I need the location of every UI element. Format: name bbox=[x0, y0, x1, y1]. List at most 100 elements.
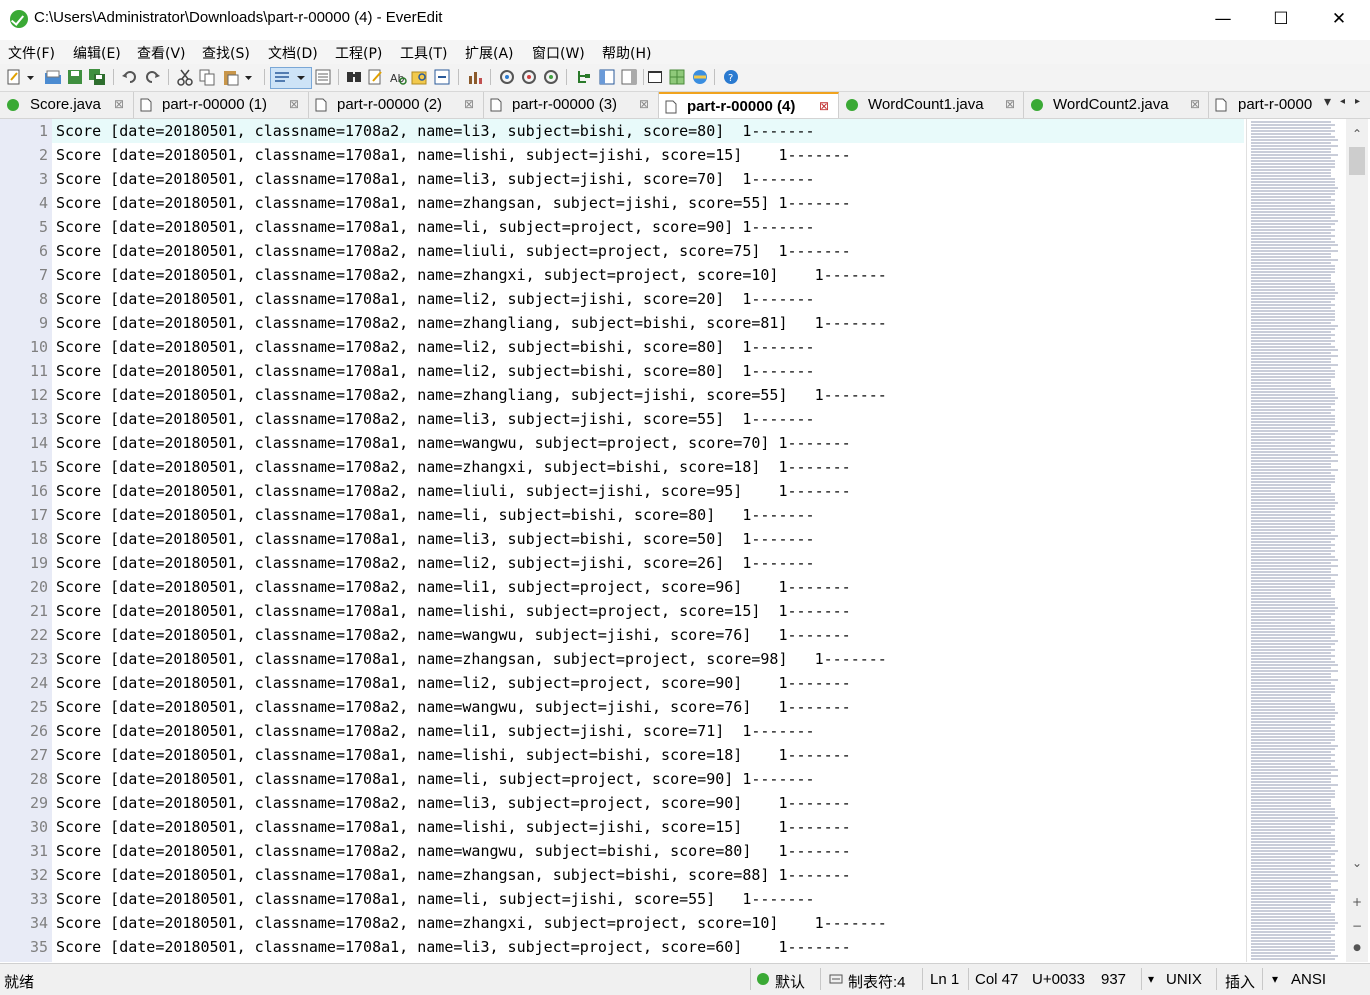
goto-line-icon[interactable] bbox=[433, 68, 451, 86]
status-tab-setting[interactable]: 制表符:4 bbox=[848, 971, 906, 992]
status-line[interactable]: Ln 1 bbox=[930, 971, 959, 988]
status-column[interactable]: Col 47 bbox=[975, 971, 1018, 988]
cut-icon[interactable] bbox=[176, 68, 194, 86]
code-line[interactable]: Score [date=20180501, classname=1708a2, … bbox=[56, 119, 815, 143]
output-window-icon[interactable] bbox=[646, 68, 664, 86]
menu-file[interactable]: 文件(F) bbox=[8, 43, 55, 63]
code-line[interactable]: Score [date=20180501, classname=1708a1, … bbox=[56, 143, 851, 167]
code-line[interactable]: Score [date=20180501, classname=1708a2, … bbox=[56, 623, 851, 647]
code-line[interactable]: Score [date=20180501, classname=1708a2, … bbox=[56, 911, 887, 935]
tab-scroll-left-icon[interactable]: ◂ bbox=[1340, 96, 1345, 107]
code-line[interactable]: Score [date=20180501, classname=1708a1, … bbox=[56, 863, 851, 887]
status-syntax[interactable]: 默认 bbox=[775, 971, 805, 992]
code-line[interactable]: Score [date=20180501, classname=1708a1, … bbox=[56, 935, 851, 959]
code-line[interactable]: Score [date=20180501, classname=1708a2, … bbox=[56, 479, 851, 503]
browser-preview-icon[interactable] bbox=[691, 68, 709, 86]
code-line[interactable]: Score [date=20180501, classname=1708a2, … bbox=[56, 383, 887, 407]
paste-dropdown-icon[interactable] bbox=[243, 68, 261, 86]
tab-close-icon[interactable]: ⊠ bbox=[1005, 97, 1015, 111]
code-line[interactable]: Score [date=20180501, classname=1708a2, … bbox=[56, 575, 851, 599]
code-line[interactable]: Score [date=20180501, classname=1708a1, … bbox=[56, 503, 815, 527]
save-all-icon[interactable] bbox=[88, 68, 106, 86]
find-icon[interactable] bbox=[345, 68, 363, 86]
code-line[interactable]: Score [date=20180501, classname=1708a1, … bbox=[56, 647, 887, 671]
code-line[interactable]: Score [date=20180501, classname=1708a2, … bbox=[56, 335, 815, 359]
code-line[interactable]: Score [date=20180501, classname=1708a1, … bbox=[56, 287, 815, 311]
menu-edit[interactable]: 编辑(E) bbox=[73, 43, 121, 63]
redo-icon[interactable] bbox=[143, 68, 161, 86]
macro-icon[interactable] bbox=[466, 68, 484, 86]
right-panel-icon[interactable] bbox=[620, 68, 638, 86]
tab-close-icon[interactable]: ⊠ bbox=[1190, 97, 1200, 111]
status-line-ending[interactable]: UNIX bbox=[1166, 971, 1202, 988]
play-macro-icon[interactable] bbox=[542, 68, 560, 86]
new-file-icon[interactable] bbox=[5, 68, 23, 86]
code-line[interactable]: Score [date=20180501, classname=1708a2, … bbox=[56, 551, 815, 575]
code-line[interactable]: Score [date=20180501, classname=1708a1, … bbox=[56, 167, 815, 191]
tab-close-icon[interactable]: ⊠ bbox=[114, 97, 124, 111]
code-line[interactable]: Score [date=20180501, classname=1708a1, … bbox=[56, 191, 851, 215]
code-line[interactable]: Score [date=20180501, classname=1708a1, … bbox=[56, 215, 815, 239]
paste-icon[interactable] bbox=[222, 68, 240, 86]
project-tree-icon[interactable] bbox=[574, 68, 592, 86]
code-line[interactable]: Score [date=20180501, classname=1708a1, … bbox=[56, 767, 815, 791]
minimap[interactable] bbox=[1246, 119, 1343, 962]
code-line[interactable]: Score [date=20180501, classname=1708a2, … bbox=[56, 407, 815, 431]
word-wrap-icon[interactable] bbox=[270, 67, 312, 89]
editor-area[interactable]: 1 2 3 4 5 6 7 8 9 10 11 12 13 14 15 16 17 18 19 20 21 22 23 24 2… bbox=[0, 119, 1370, 962]
code-line[interactable]: Score [date=20180501, classname=1708a1, … bbox=[56, 887, 815, 911]
tab-close-icon[interactable]: ⊠ bbox=[819, 99, 829, 113]
code-line[interactable]: Score [date=20180501, classname=1708a1, … bbox=[56, 359, 815, 383]
tab-close-icon[interactable]: ⊠ bbox=[464, 97, 474, 111]
replace-icon[interactable] bbox=[367, 68, 385, 86]
code-text-area[interactable]: Score [date=20180501, classname=1708a2, … bbox=[56, 119, 1244, 962]
code-line[interactable]: Score [date=20180501, classname=1708a1, … bbox=[56, 815, 851, 839]
status-encoding[interactable]: ANSI bbox=[1291, 971, 1326, 988]
code-line[interactable]: Score [date=20180501, classname=1708a2, … bbox=[56, 695, 851, 719]
new-file-dropdown-icon[interactable] bbox=[25, 68, 43, 86]
prev-bookmark-icon[interactable]: − bbox=[1346, 917, 1368, 935]
code-line[interactable]: Score [date=20180501, classname=1708a2, … bbox=[56, 239, 851, 263]
run-script-icon[interactable] bbox=[498, 68, 516, 86]
code-line[interactable]: Score [date=20180501, classname=1708a2, … bbox=[56, 455, 851, 479]
code-line[interactable]: Score [date=20180501, classname=1708a1, … bbox=[56, 527, 815, 551]
line-ending-dropdown-icon[interactable]: ▾ bbox=[1148, 972, 1154, 986]
tab-part-r-00000-4[interactable]: part-r-00000 (4) ⊠ bbox=[659, 92, 839, 118]
tab-part-r-00000-3[interactable]: part-r-00000 (3) ⊠ bbox=[484, 92, 659, 118]
menu-search[interactable]: 查找(S) bbox=[202, 43, 250, 63]
copy-icon[interactable] bbox=[198, 68, 216, 86]
menu-document[interactable]: 文档(D) bbox=[268, 43, 318, 63]
undo-icon[interactable] bbox=[121, 68, 139, 86]
tab-close-icon[interactable]: ⊠ bbox=[639, 97, 649, 111]
tab-scroll-right-icon[interactable]: ▸ bbox=[1355, 96, 1360, 107]
menu-project[interactable]: 工程(P) bbox=[335, 43, 382, 63]
scroll-up-icon[interactable]: ⌃ bbox=[1346, 125, 1368, 143]
code-line[interactable]: Score [date=20180501, classname=1708a2, … bbox=[56, 311, 887, 335]
find-in-folder-icon[interactable] bbox=[411, 68, 429, 86]
menu-tools[interactable]: 工具(T) bbox=[400, 43, 447, 63]
tab-score-java[interactable]: Score.java ⊠ bbox=[0, 92, 134, 118]
scrollbar-thumb[interactable] bbox=[1349, 147, 1365, 175]
menu-help[interactable]: 帮助(H) bbox=[602, 43, 651, 63]
code-line[interactable]: Score [date=20180501, classname=1708a1, … bbox=[56, 743, 851, 767]
code-line[interactable]: Score [date=20180501, classname=1708a1, … bbox=[56, 431, 851, 455]
column-mode-icon[interactable] bbox=[314, 68, 332, 86]
next-bookmark-icon[interactable]: + bbox=[1346, 893, 1368, 911]
save-icon[interactable] bbox=[66, 68, 84, 86]
minimize-button[interactable]: — bbox=[1194, 0, 1252, 38]
maximize-button[interactable]: ☐ bbox=[1252, 0, 1310, 38]
tab-list-dropdown-icon[interactable]: ▾ bbox=[1324, 94, 1331, 110]
code-line[interactable]: Score [date=20180501, classname=1708a2, … bbox=[56, 839, 851, 863]
tab-wordcount1-java[interactable]: WordCount1.java ⊠ bbox=[839, 92, 1024, 118]
tab-wordcount2-java[interactable]: WordCount2.java ⊠ bbox=[1024, 92, 1209, 118]
tab-part-r-0000[interactable]: part-r-0000 bbox=[1209, 92, 1322, 118]
tab-close-icon[interactable]: ⊠ bbox=[289, 97, 299, 111]
menu-view[interactable]: 查看(V) bbox=[137, 43, 186, 63]
vertical-scrollbar[interactable]: ⌃ ⌄ + − ● bbox=[1346, 119, 1368, 962]
record-macro-icon[interactable] bbox=[520, 68, 538, 86]
left-panel-icon[interactable] bbox=[598, 68, 616, 86]
code-line[interactable]: Score [date=20180501, classname=1708a1, … bbox=[56, 599, 851, 623]
tab-part-r-00000-2[interactable]: part-r-00000 (2) ⊠ bbox=[309, 92, 484, 118]
find-in-files-icon[interactable]: Ab bbox=[389, 68, 407, 86]
close-button[interactable]: ✕ bbox=[1310, 0, 1368, 38]
